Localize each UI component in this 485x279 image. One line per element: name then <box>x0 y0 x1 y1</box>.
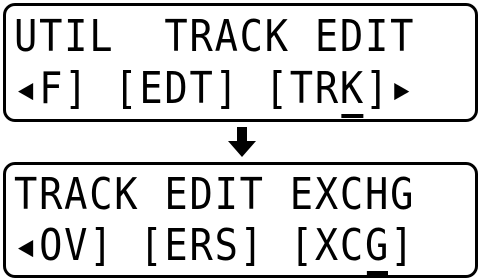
arrow-down-icon <box>228 127 256 157</box>
lcd-line-2-pre: ◂OV] [ERS] [XC <box>14 220 366 271</box>
lcd-line-1: TRACK EDIT EXCHG <box>14 170 467 220</box>
lcd-line-2-text: ◂F] [EDT] [TRK]▸ <box>14 63 416 118</box>
lcd-display-exchange: TRACK EDIT EXCHG ◂OV] [ERS] [XCG] <box>3 162 478 278</box>
lcd-line-1-text: UTIL TRACK EDIT <box>14 11 416 62</box>
lcd-line-2-pre: ◂F] [EDT] [TR <box>14 63 340 114</box>
lcd-display-track-edit-menu: UTIL TRACK EDIT ◂F] [EDT] [TRK]▸ <box>3 3 478 122</box>
lcd-line-2-text: ◂OV] [ERS] [XCG] <box>14 220 416 275</box>
lcd-line-2-post: ] <box>390 220 416 271</box>
lcd-line-2-post: ]▸ <box>365 63 416 114</box>
lcd-line-2: ◂OV] [ERS] [XCG] <box>14 220 467 275</box>
lcd-line-1: UTIL TRACK EDIT <box>14 12 467 62</box>
lcd-cursor: K <box>339 63 366 118</box>
lcd-line-1-text: TRACK EDIT EXCHG <box>14 169 416 220</box>
lcd-cursor: G <box>365 220 391 275</box>
lcd-line-2: ◂F] [EDT] [TRK]▸ <box>14 63 467 118</box>
